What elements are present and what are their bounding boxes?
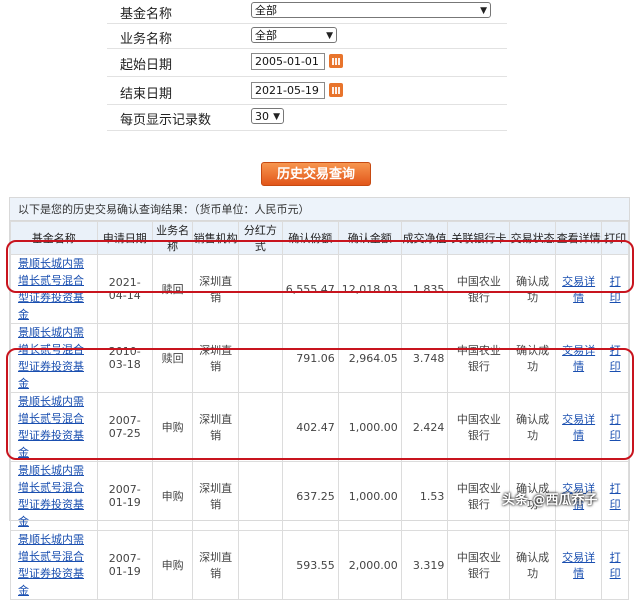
fund-name-row: 基金名称 全部 ▼ [107,0,507,23]
end-date-input[interactable]: 2021-05-19 [251,82,325,99]
highlight-oval [6,240,634,293]
biz-name-row: 业务名称 全部 ▼ [107,25,507,48]
chevron-down-icon: ▼ [273,112,280,122]
fund-name-link[interactable]: 景顺长城内需增长贰号混合型证券投资基金 [10,461,98,531]
page-size-row: 每页显示记录数 30 ▼ [107,106,507,129]
start-date-input[interactable]: 2005-01-01 [251,53,325,70]
chevron-down-icon: ▼ [480,6,487,16]
detail-link[interactable]: 交易详情 [554,530,603,600]
chevron-down-icon: ▼ [326,31,333,41]
history-query-button[interactable]: 历史交易查询 [261,162,371,186]
calendar-icon[interactable] [329,54,343,68]
start-date-label: 起始日期 [120,58,173,73]
watermark-text: 头条 @西瓜乔子 [502,493,598,508]
end-date-row: 结束日期 2021-05-19 [107,80,507,103]
print-link[interactable]: 打印 [601,530,629,600]
page-size-label: 每页显示记录数 [120,113,212,128]
biz-name-select[interactable]: 全部 ▼ [251,27,337,43]
end-date-label: 结束日期 [120,87,173,102]
print-link[interactable]: 打印 [601,461,629,531]
highlight-oval [6,348,634,460]
results-title: 以下是您的历史交易确认查询结果：（货币单位：人民币元） [10,198,629,221]
fund-name-select[interactable]: 全部 ▼ [251,2,491,18]
page-size-select[interactable]: 30 ▼ [251,108,284,124]
fund-name-link[interactable]: 景顺长城内需增长贰号混合型证券投资基金 [10,530,98,600]
table-row: 景顺长城内需增长贰号混合型证券投资基金 2007-01-19 申购 深圳直销 5… [10,530,629,600]
calendar-icon[interactable] [329,83,343,97]
start-date-row: 起始日期 2005-01-01 [107,51,507,74]
fund-name-label: 基金名称 [120,7,173,22]
biz-name-label: 业务名称 [120,32,173,47]
